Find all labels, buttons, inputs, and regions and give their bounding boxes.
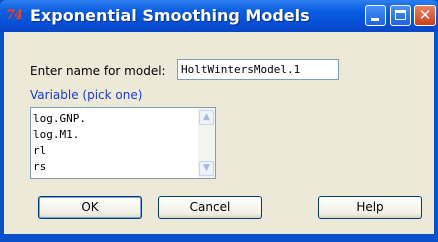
minimize-button[interactable] (365, 5, 386, 26)
close-icon: ✕ (418, 6, 432, 24)
scroll-down-button[interactable]: ▼ (199, 161, 214, 176)
maximize-button[interactable] (390, 5, 411, 26)
list-item[interactable]: rs (33, 159, 215, 175)
model-name-input[interactable]: HoltWintersModel.1 (177, 59, 339, 80)
scroll-up-arrow-icon: ▲ (203, 112, 210, 122)
close-button[interactable]: ✕ (414, 5, 436, 26)
app-icon: 74 (6, 8, 23, 23)
minimize-icon (371, 18, 379, 21)
ok-button[interactable]: OK (38, 196, 142, 219)
title-bar[interactable]: 74 Exponential Smoothing Models ✕ (0, 0, 438, 32)
list-item[interactable]: log.M1. (33, 127, 215, 143)
scroll-up-button[interactable]: ▲ (199, 110, 214, 125)
help-button[interactable]: Help (318, 196, 422, 219)
maximize-icon (395, 10, 406, 20)
variable-label: Variable (pick one) (30, 88, 143, 102)
variable-listbox[interactable]: log.GNP. log.M1. rl rs ▲ ▼ (30, 107, 216, 179)
listbox-scrollbar[interactable]: ▲ ▼ (198, 108, 215, 178)
model-name-label: Enter name for model: (30, 64, 166, 78)
window-title: Exponential Smoothing Models (30, 6, 310, 25)
cancel-button[interactable]: Cancel (158, 196, 262, 219)
scroll-down-arrow-icon: ▼ (203, 163, 210, 173)
list-item[interactable]: rl (33, 143, 215, 159)
list-item[interactable]: log.GNP. (33, 111, 215, 127)
